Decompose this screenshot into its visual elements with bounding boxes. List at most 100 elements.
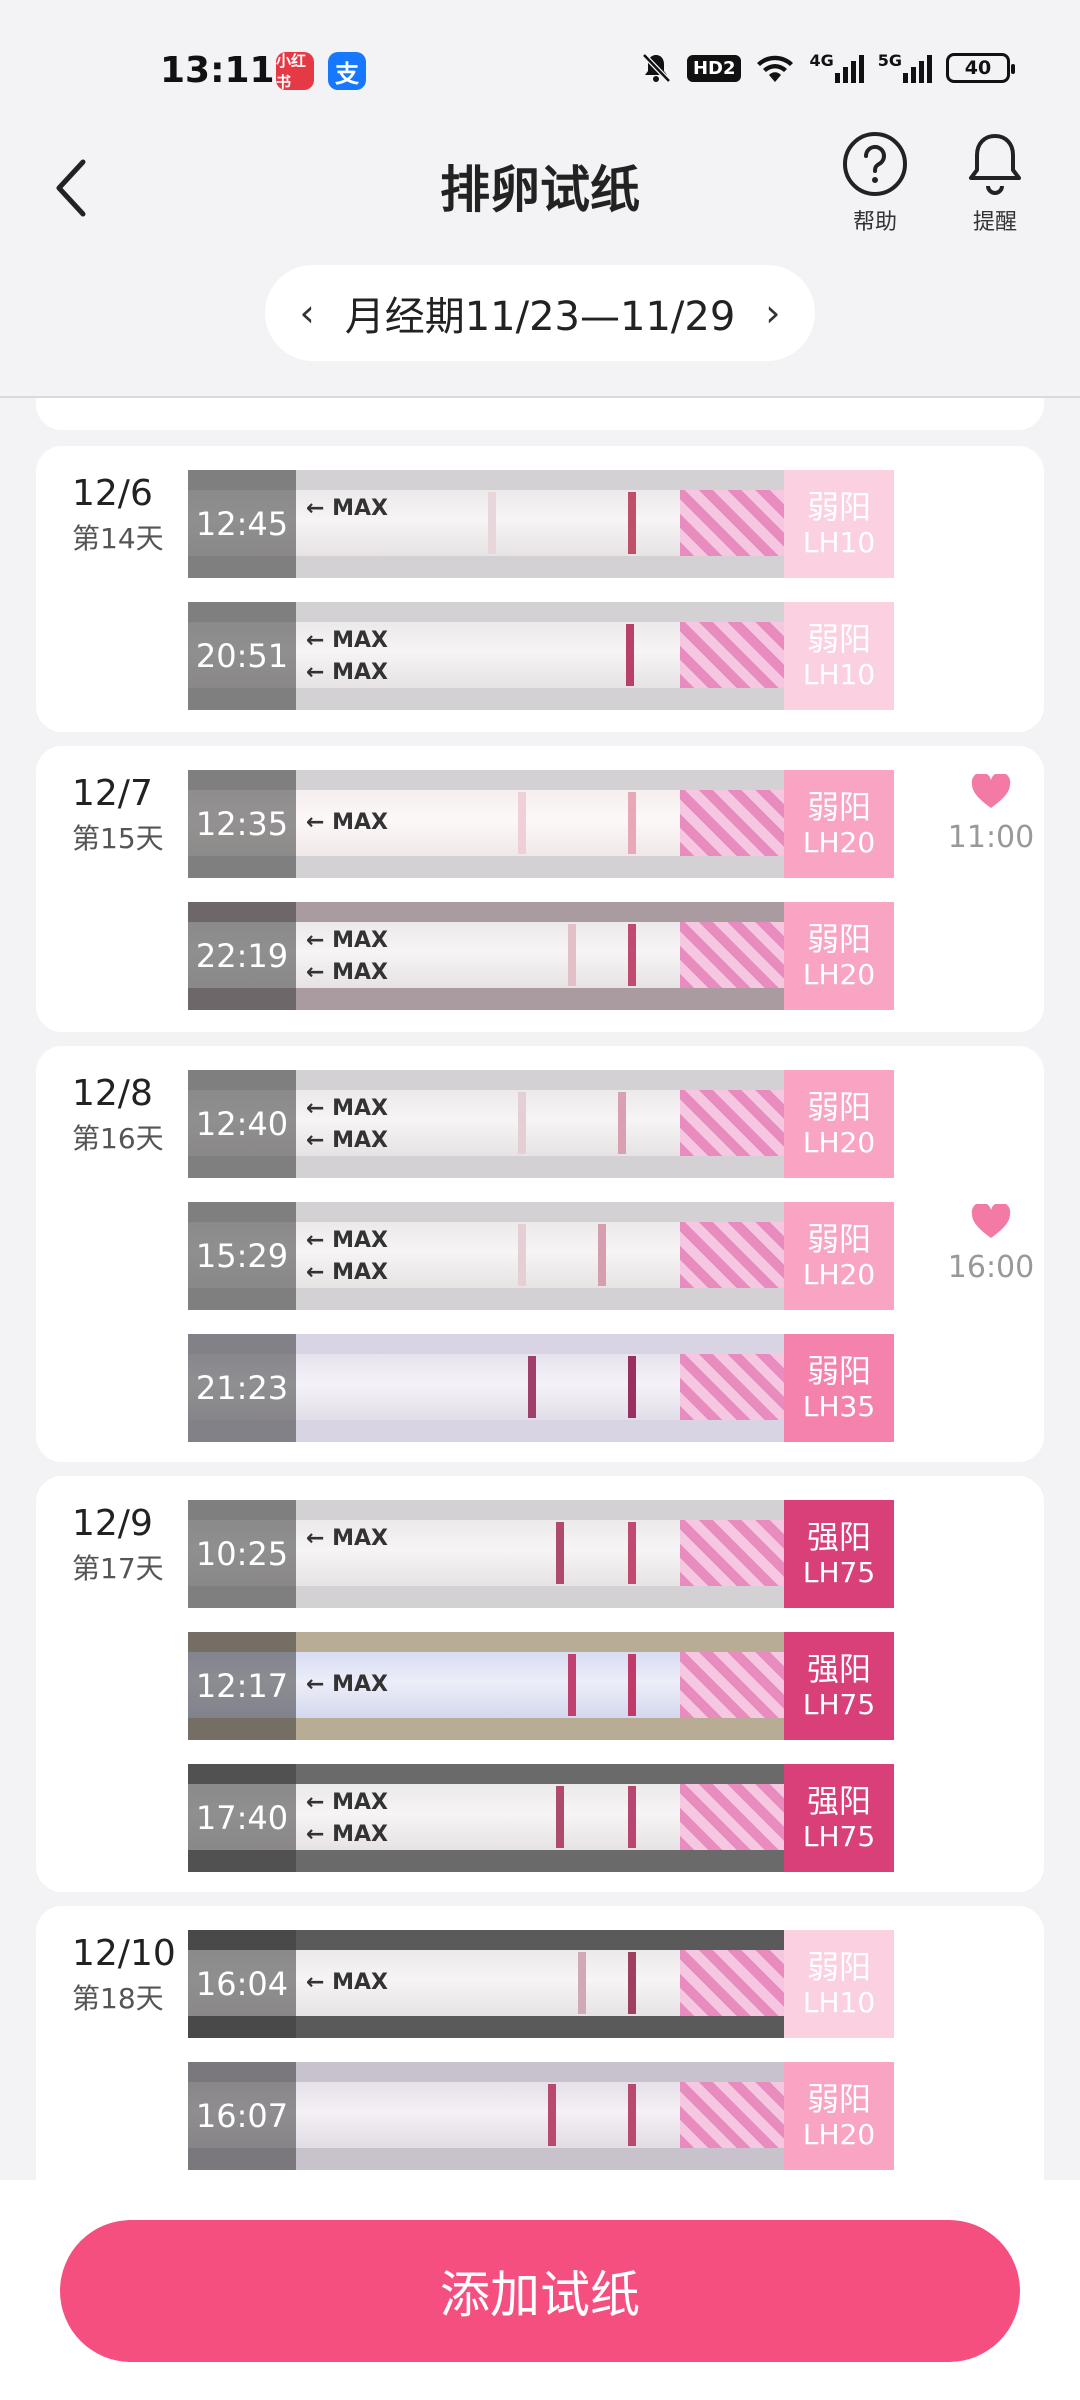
intercourse-record[interactable]: 11:00: [936, 772, 1046, 855]
day-label: 12/6 第14天: [72, 472, 164, 557]
cycle-day: 第18天: [72, 1982, 164, 2016]
strip-row[interactable]: ← MAX ← MAX 12:40 弱阳 LH20: [188, 1070, 894, 1178]
strip-brand-area: [680, 790, 784, 856]
help-icon: [843, 132, 907, 196]
next-period-icon[interactable]: ›: [757, 291, 788, 335]
lh-value: LH35: [802, 1390, 876, 1424]
max-label: ← MAX: [306, 1228, 388, 1253]
strip-time: 15:29: [188, 1202, 296, 1310]
max-label: ← MAX: [306, 628, 388, 653]
result-badge: 弱阳 LH20: [784, 1202, 894, 1310]
result-text: 弱阳: [806, 2080, 871, 2118]
strip-row[interactable]: ← MAX 12:35 弱阳 LH20: [188, 770, 894, 878]
test-list[interactable]: 12/6 第14天 ← MAX 12:45 弱阳 LH10 ← MAX ← MA…: [0, 398, 1080, 2180]
strip-row[interactable]: ← MAX 16:04 弱阳 LH10: [188, 1930, 894, 2038]
strip-row[interactable]: ← MAX ← MAX 22:19 弱阳 LH20: [188, 902, 894, 1010]
header: 排卵试纸 帮助 提醒 ‹ 月经期11/23—11/29 ›: [0, 110, 1080, 400]
intercourse-record[interactable]: 16:00: [936, 1202, 1046, 1285]
result-text: 弱阳: [806, 1352, 871, 1390]
test-line: [628, 1522, 636, 1584]
strip-time: 12:17: [188, 1632, 296, 1740]
day-card: 12/7 第15天 ← MAX 12:35 弱阳 LH20 ← MAX ← MA…: [36, 746, 1044, 1032]
strip-row[interactable]: ← MAX ← MAX 15:29 弱阳 LH20: [188, 1202, 894, 1310]
result-text: 强阳: [806, 1650, 871, 1688]
test-strip-image: ← MAX ← MAX 12:40: [188, 1070, 784, 1178]
cycle-day: 第16天: [72, 1122, 164, 1156]
lh-value: LH20: [802, 2118, 876, 2152]
test-line: [628, 1356, 636, 1418]
strip-row[interactable]: ← MAX 10:25 强阳 LH75: [188, 1500, 894, 1608]
result-badge: 弱阳 LH20: [784, 1070, 894, 1178]
strip-row[interactable]: 16:07 弱阳 LH20: [188, 2062, 894, 2170]
intercourse-time: 11:00: [947, 820, 1035, 855]
test-line: [626, 624, 634, 686]
mute-bell-icon: [639, 50, 673, 86]
day-card-partial: [36, 398, 1044, 430]
xiaohongshu-app-icon: 小红书: [276, 52, 314, 91]
test-strip-image: ← MAX ← MAX 15:29: [188, 1202, 784, 1310]
alipay-app-icon: 支: [328, 52, 366, 90]
status-bar: 13:11 小红书 支 HD2 4G 5G 40: [0, 0, 1080, 110]
strip-brand-area: [680, 1354, 784, 1420]
strip-row[interactable]: ← MAX 12:45 弱阳 LH10: [188, 470, 894, 578]
test-line: [628, 792, 636, 854]
strip-time: 17:40: [188, 1764, 296, 1872]
help-button[interactable]: 帮助: [830, 130, 920, 236]
heart-icon: [971, 772, 1011, 808]
strip-row[interactable]: ← MAX 12:17 强阳 LH75: [188, 1632, 894, 1740]
strip-time: 12:45: [188, 470, 296, 578]
result-text: 强阳: [806, 1782, 871, 1820]
result-badge: 弱阳 LH10: [784, 470, 894, 578]
reminder-button[interactable]: 提醒: [950, 130, 1040, 236]
strip-row[interactable]: 21:23 弱阳 LH35: [188, 1334, 894, 1442]
lh-value: LH20: [802, 826, 876, 860]
control-line: [518, 792, 526, 854]
max-label: ← MAX: [306, 1128, 388, 1153]
result-badge: 弱阳 LH20: [784, 902, 894, 1010]
help-label: 帮助: [852, 210, 897, 235]
strip-row[interactable]: ← MAX ← MAX 17:40 强阳 LH75: [188, 1764, 894, 1872]
max-label: ← MAX: [306, 1970, 388, 1995]
result-badge: 弱阳 LH20: [784, 2062, 894, 2170]
signal-5g-icon: 5G: [878, 50, 932, 86]
result-badge: 弱阳 LH20: [784, 770, 894, 878]
result-text: 弱阳: [806, 920, 871, 958]
max-label: ← MAX: [306, 928, 388, 953]
prev-period-icon[interactable]: ‹: [292, 291, 323, 335]
strip-time: 10:25: [188, 1500, 296, 1608]
cycle-day: 第14天: [72, 522, 164, 556]
cycle-day: 第17天: [72, 1552, 164, 1586]
control-line: [578, 1952, 586, 2014]
day-label: 12/8 第16天: [72, 1072, 164, 1157]
result-text: 弱阳: [806, 1220, 871, 1258]
strip-time: 16:04: [188, 1930, 296, 2038]
test-strip-image: ← MAX ← MAX 20:51: [188, 602, 784, 710]
day-date: 12/8: [72, 1073, 153, 1114]
lh-value: LH10: [802, 526, 876, 560]
wifi-icon: [755, 50, 795, 86]
strip-time: 20:51: [188, 602, 296, 710]
strip-row[interactable]: ← MAX ← MAX 20:51 弱阳 LH10: [188, 602, 894, 710]
day-label: 12/10 第18天: [72, 1932, 176, 2017]
day-date: 12/7: [72, 773, 153, 814]
add-test-strip-button[interactable]: 添加试纸: [60, 2220, 1020, 2362]
strip-time: 21:23: [188, 1334, 296, 1442]
test-line: [628, 1786, 636, 1848]
control-line: [548, 2084, 556, 2146]
intercourse-time: 16:00: [947, 1250, 1035, 1285]
result-text: 弱阳: [806, 788, 871, 826]
control-line: [556, 1786, 564, 1848]
day-date: 12/9: [72, 1503, 153, 1544]
strip-brand-area: [680, 490, 784, 556]
control-line: [556, 1522, 564, 1584]
day-label: 12/7 第15天: [72, 772, 164, 857]
strip-brand-area: [680, 1784, 784, 1850]
lh-value: LH10: [802, 658, 876, 692]
max-label: ← MAX: [306, 960, 388, 985]
max-label: ← MAX: [306, 1260, 388, 1285]
lh-value: LH10: [802, 1986, 876, 2020]
result-text: 强阳: [806, 1518, 871, 1556]
control-line: [518, 1224, 526, 1286]
day-date: 12/6: [72, 473, 153, 514]
period-selector[interactable]: ‹ 月经期11/23—11/29 ›: [265, 265, 815, 361]
